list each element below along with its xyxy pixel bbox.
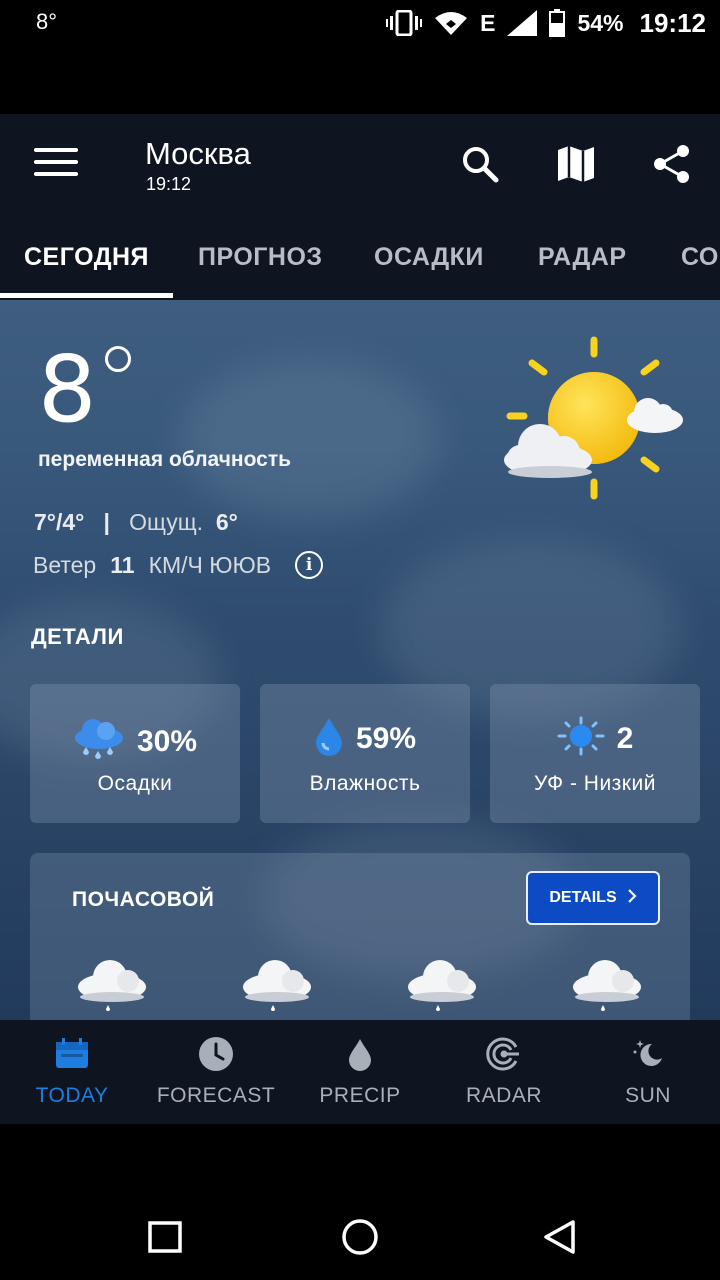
- nav-radar-label: RADAR: [465, 1084, 542, 1107]
- share-icon[interactable]: [652, 144, 692, 184]
- current-condition: переменная облачность: [38, 448, 292, 471]
- tab-indicator: [0, 293, 173, 298]
- hourly-details-button[interactable]: DETAILS: [526, 871, 660, 925]
- app-bar: Москва 19:12: [0, 114, 720, 214]
- uv-card[interactable]: 2 УФ - Низкий: [490, 684, 700, 823]
- bottom-nav: TODAY FORECAST PRECIP RADAR SUN: [0, 1020, 720, 1124]
- feels-like-value: 6°: [215, 509, 238, 535]
- wifi-icon: [434, 10, 468, 36]
- humidity-card[interactable]: 59% Влажность: [260, 684, 470, 823]
- status-bar: 8° E 54% 19:12: [0, 0, 720, 46]
- sun-icon: [557, 716, 605, 761]
- info-icon[interactable]: i: [295, 551, 324, 579]
- wind-speed: 11: [110, 551, 135, 578]
- hourly-title: ПОЧАСОВОЙ: [72, 888, 215, 911]
- radar-icon: [486, 1036, 522, 1072]
- uv-value: 2: [616, 721, 634, 755]
- rain-cloud-icon: [406, 957, 478, 1015]
- clock-icon: [198, 1036, 234, 1072]
- map-icon[interactable]: [556, 144, 596, 184]
- wind-label: Ветер: [33, 551, 97, 578]
- tab-today[interactable]: СЕГОДНЯ: [24, 214, 149, 300]
- nav-precip[interactable]: PRECIP: [288, 1020, 432, 1124]
- home-button[interactable]: [340, 1218, 380, 1258]
- droplet-icon: [314, 716, 344, 761]
- hourly-panel: ПОЧАСОВОЙ DETAILS: [30, 853, 690, 1020]
- location-title[interactable]: Москва: [145, 136, 251, 172]
- humidity-value: 59%: [355, 721, 417, 755]
- location-time: 19:12: [146, 174, 192, 194]
- menu-icon[interactable]: [34, 148, 78, 182]
- back-button[interactable]: [540, 1218, 580, 1258]
- precip-value: 30%: [136, 724, 198, 758]
- droplet-icon: [342, 1036, 378, 1072]
- tab-precip[interactable]: ОСАДКИ: [374, 214, 484, 300]
- degree-symbol: [105, 346, 131, 372]
- network-type: E: [480, 9, 496, 36]
- rain-cloud-icon: [241, 957, 313, 1015]
- tab-bar: СЕГОДНЯ ПРОГНОЗ ОСАДКИ РАДАР СО: [0, 214, 720, 300]
- tab-sun[interactable]: СО: [681, 214, 719, 300]
- battery-percent: 54%: [577, 9, 624, 36]
- nav-forecast-label: FORECAST: [156, 1084, 276, 1107]
- precip-card[interactable]: 30% Осадки: [30, 684, 240, 823]
- signal-icon: [507, 10, 538, 36]
- details-title: ДЕТАЛИ: [31, 624, 124, 649]
- nav-sun[interactable]: SUN: [576, 1020, 720, 1124]
- current-temperature: 8: [38, 336, 97, 443]
- rain-cloud-icon: [76, 957, 148, 1015]
- chevron-right-icon: [627, 888, 637, 909]
- vibrate-icon: [386, 10, 423, 36]
- nav-forecast[interactable]: FORECAST: [144, 1020, 288, 1124]
- recents-button[interactable]: [145, 1218, 185, 1258]
- today-content[interactable]: 8 переменная облачность 7°/4° | Ощущ. 6°…: [0, 300, 720, 1020]
- high-low-feels: 7°/4° | Ощущ. 6°: [34, 509, 238, 536]
- rain-cloud-icon: [571, 957, 643, 1015]
- moon-star-icon: [630, 1036, 666, 1072]
- wind-unit: КМ/Ч ЮЮВ: [148, 551, 272, 578]
- search-icon[interactable]: [460, 144, 500, 184]
- tab-radar[interactable]: РАДАР: [538, 214, 627, 300]
- humidity-label: Влажность: [309, 772, 421, 795]
- rain-cloud-icon: [73, 716, 125, 767]
- status-time: 19:12: [639, 7, 707, 38]
- wind-row: Ветер 11 КМ/Ч ЮЮВ i: [33, 551, 324, 579]
- nav-today-label: TODAY: [35, 1084, 109, 1107]
- tab-forecast[interactable]: ПРОГНОЗ: [198, 214, 323, 300]
- nav-precip-label: PRECIP: [319, 1084, 401, 1107]
- calendar-icon: [54, 1036, 90, 1072]
- nav-sun-label: SUN: [625, 1084, 671, 1107]
- feels-like-label: Ощущ.: [129, 509, 204, 535]
- separator: |: [103, 509, 110, 535]
- high-low: 7°/4°: [34, 509, 85, 535]
- status-gap: [0, 46, 720, 114]
- uv-label: УФ - Низкий: [534, 772, 656, 795]
- details-button-label: DETAILS: [549, 889, 617, 906]
- battery-icon: [549, 9, 566, 37]
- status-temp: 8°: [36, 9, 58, 34]
- precip-label: Осадки: [97, 772, 173, 795]
- nav-radar[interactable]: RADAR: [432, 1020, 576, 1124]
- nav-today[interactable]: TODAY: [0, 1020, 144, 1124]
- partly-cloudy-sun-icon: [500, 336, 690, 501]
